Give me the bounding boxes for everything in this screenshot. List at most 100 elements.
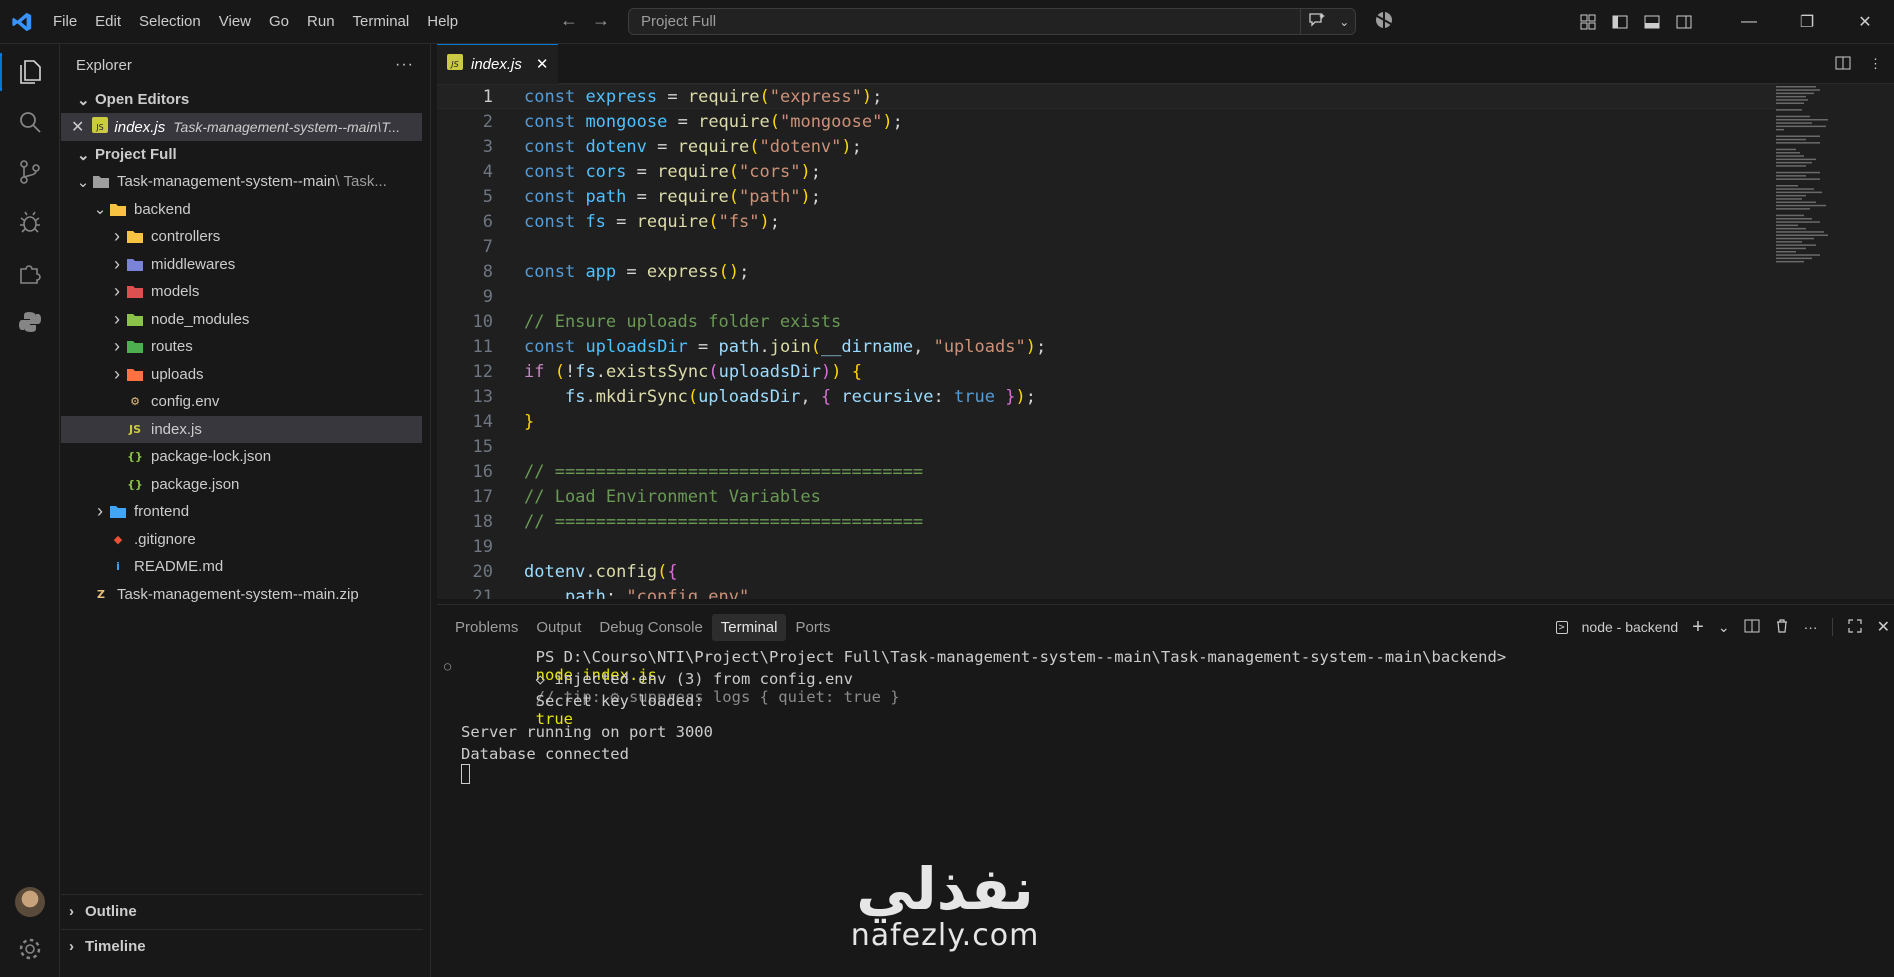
close-icon[interactable]: ✕ (71, 117, 84, 137)
project-section[interactable]: ⌄ Project Full (61, 141, 430, 168)
split-editor-icon[interactable] (1835, 55, 1851, 74)
code-line[interactable]: 19 (437, 534, 1777, 559)
outline-section[interactable]: › Outline (61, 894, 423, 928)
close-window-icon[interactable]: ✕ (1836, 12, 1894, 32)
line-number: 10 (472, 311, 493, 332)
code-line[interactable]: 4 const cors = require("cors"); (437, 159, 1777, 184)
chat-icon[interactable] (1308, 11, 1326, 32)
tree-item[interactable]: Z Task-management-system--main.zip (61, 581, 430, 609)
open-editor-item[interactable]: ✕ JS index.js Task-management-system--ma… (61, 113, 422, 141)
tree-item[interactable]: {} package.json (61, 471, 430, 499)
file-tree: ⌄ Task-management-system--main \ Task... ⌄ b… (61, 168, 430, 608)
code-line[interactable]: 1 const express = require("express"); (437, 84, 1777, 109)
code-line[interactable]: 21 path: "config.env" (437, 584, 1777, 600)
menu-terminal[interactable]: Terminal (344, 13, 419, 30)
tree-item[interactable]: i README.md (61, 553, 430, 581)
editor-tabs: JS index.js ✕ ⋮ (437, 43, 1894, 84)
code-line[interactable]: 13 fs.mkdirSync(uploadsDir, { recursive:… (437, 384, 1777, 409)
code-line[interactable]: 6 const fs = require("fs"); (437, 209, 1777, 234)
tree-item[interactable]: ⚙ config.env (61, 388, 430, 416)
menu-view[interactable]: View (210, 13, 260, 30)
trash-icon[interactable] (1774, 618, 1790, 637)
run-debug-icon[interactable] (0, 197, 60, 247)
python-icon[interactable] (0, 297, 60, 347)
tree-item-label: models (151, 283, 200, 301)
close-icon[interactable]: ✕ (536, 55, 549, 73)
tab-index-js[interactable]: JS index.js ✕ (437, 43, 559, 84)
tree-item[interactable]: JS index.js (61, 415, 422, 443)
chevron-down-icon[interactable]: ⌄ (1339, 15, 1349, 29)
tree-item[interactable]: › routes (61, 333, 430, 361)
code-line[interactable]: 11 const uploadsDir = path.join(__dirname… (437, 334, 1777, 359)
code-line[interactable]: 5 const path = require("path"); (437, 184, 1777, 209)
terminal-output[interactable]: ○ PS D:\Courso\NTI\Project\Project Full\… (437, 648, 1837, 787)
code-line[interactable]: 17 // Load Environment Variables (437, 484, 1777, 509)
source-control-icon[interactable] (0, 147, 60, 197)
new-terminal-icon[interactable]: + (1692, 616, 1704, 639)
command-center-search[interactable]: Project Full (628, 8, 1356, 35)
code-text: if (!fs.existsSync(uploadsDir)) { (524, 361, 862, 382)
timeline-section[interactable]: › Timeline (61, 929, 423, 963)
code-line[interactable]: 20 dotenv.config({ (437, 559, 1777, 584)
tree-item[interactable]: › frontend (61, 498, 430, 526)
toggle-panel-icon[interactable] (1636, 14, 1668, 30)
code-line[interactable]: 16 // ===================================… (437, 459, 1777, 484)
code-line[interactable]: 9 (437, 284, 1777, 309)
account-avatar[interactable] (15, 887, 45, 917)
copilot-icon[interactable] (1374, 10, 1394, 33)
line-number: 8 (482, 261, 493, 282)
gear-icon[interactable] (0, 924, 60, 974)
toggle-secondary-sidebar-icon[interactable] (1668, 14, 1700, 30)
menu-run[interactable]: Run (298, 13, 344, 30)
extensions-icon[interactable] (0, 247, 60, 297)
tree-item[interactable]: ◆ .gitignore (61, 526, 430, 554)
explorer-icon[interactable] (0, 47, 60, 97)
more-actions-icon[interactable]: ⋮ (1869, 56, 1882, 72)
tree-item[interactable]: ⌄ backend (61, 196, 430, 224)
close-panel-icon[interactable]: ✕ (1877, 617, 1890, 637)
code-line[interactable]: 3 const dotenv = require("dotenv"); (437, 134, 1777, 159)
search-icon[interactable] (0, 97, 60, 147)
minimap[interactable] (1774, 84, 1894, 284)
tree-item[interactable]: › models (61, 278, 430, 306)
back-arrow-icon[interactable]: ← (560, 10, 578, 31)
tree-item[interactable]: › controllers (61, 223, 430, 251)
chevron-right-icon: › (97, 501, 103, 522)
maximize-panel-icon[interactable] (1847, 618, 1863, 637)
tree-item[interactable]: ⌄ Task-management-system--main \ Task... (61, 168, 430, 196)
tree-item[interactable]: › middlewares (61, 251, 430, 279)
code-line[interactable]: 12 if (!fs.existsSync(uploadsDir)) { (437, 359, 1777, 384)
restore-icon[interactable]: ❐ (1778, 12, 1836, 32)
code-line[interactable]: 2 const mongoose = require("mongoose"); (437, 109, 1777, 134)
minimize-icon[interactable]: — (1720, 13, 1778, 31)
code-line[interactable]: 15 (437, 434, 1777, 459)
customize-layout-icon[interactable] (1572, 14, 1604, 30)
code-line[interactable]: 18 // ===================================… (437, 509, 1777, 534)
toggle-primary-sidebar-icon[interactable] (1604, 14, 1636, 30)
more-actions-icon[interactable]: ··· (395, 56, 414, 74)
forward-arrow-icon[interactable]: → (592, 10, 610, 31)
menu-file[interactable]: File (44, 13, 86, 30)
menu-selection[interactable]: Selection (130, 13, 210, 30)
chevron-right-icon: › (114, 281, 120, 302)
tree-item[interactable]: {} package-lock.json (61, 443, 430, 471)
code-line[interactable]: 8 const app = express(); (437, 259, 1777, 284)
menu-edit[interactable]: Edit (86, 13, 130, 30)
terminal-name[interactable]: node - backend (1582, 619, 1679, 635)
menu-help[interactable]: Help (418, 13, 467, 30)
watermark-logo: نفذلي nafezly.com (830, 860, 1060, 953)
more-actions-icon[interactable]: ··· (1804, 619, 1818, 635)
open-editors-section[interactable]: ⌄ Open Editors (61, 86, 430, 113)
tree-item[interactable]: › uploads (61, 361, 430, 389)
code-line[interactable]: 14} (437, 409, 1777, 434)
chevron-down-icon[interactable]: ⌄ (1718, 619, 1730, 636)
tree-item[interactable]: › node_modules (61, 306, 430, 334)
split-terminal-icon[interactable] (1744, 618, 1760, 637)
code-editor[interactable]: 1 const express = require("express"); 2 con… (437, 84, 1777, 599)
chevron-right-icon: › (114, 336, 120, 357)
code-line[interactable]: 7 (437, 234, 1777, 259)
code-line[interactable]: 10 // Ensure uploads folder exists (437, 309, 1777, 334)
tree-item-label: package.json (151, 475, 240, 493)
code-text: // Ensure uploads folder exists (524, 311, 842, 332)
menu-go[interactable]: Go (260, 13, 298, 30)
